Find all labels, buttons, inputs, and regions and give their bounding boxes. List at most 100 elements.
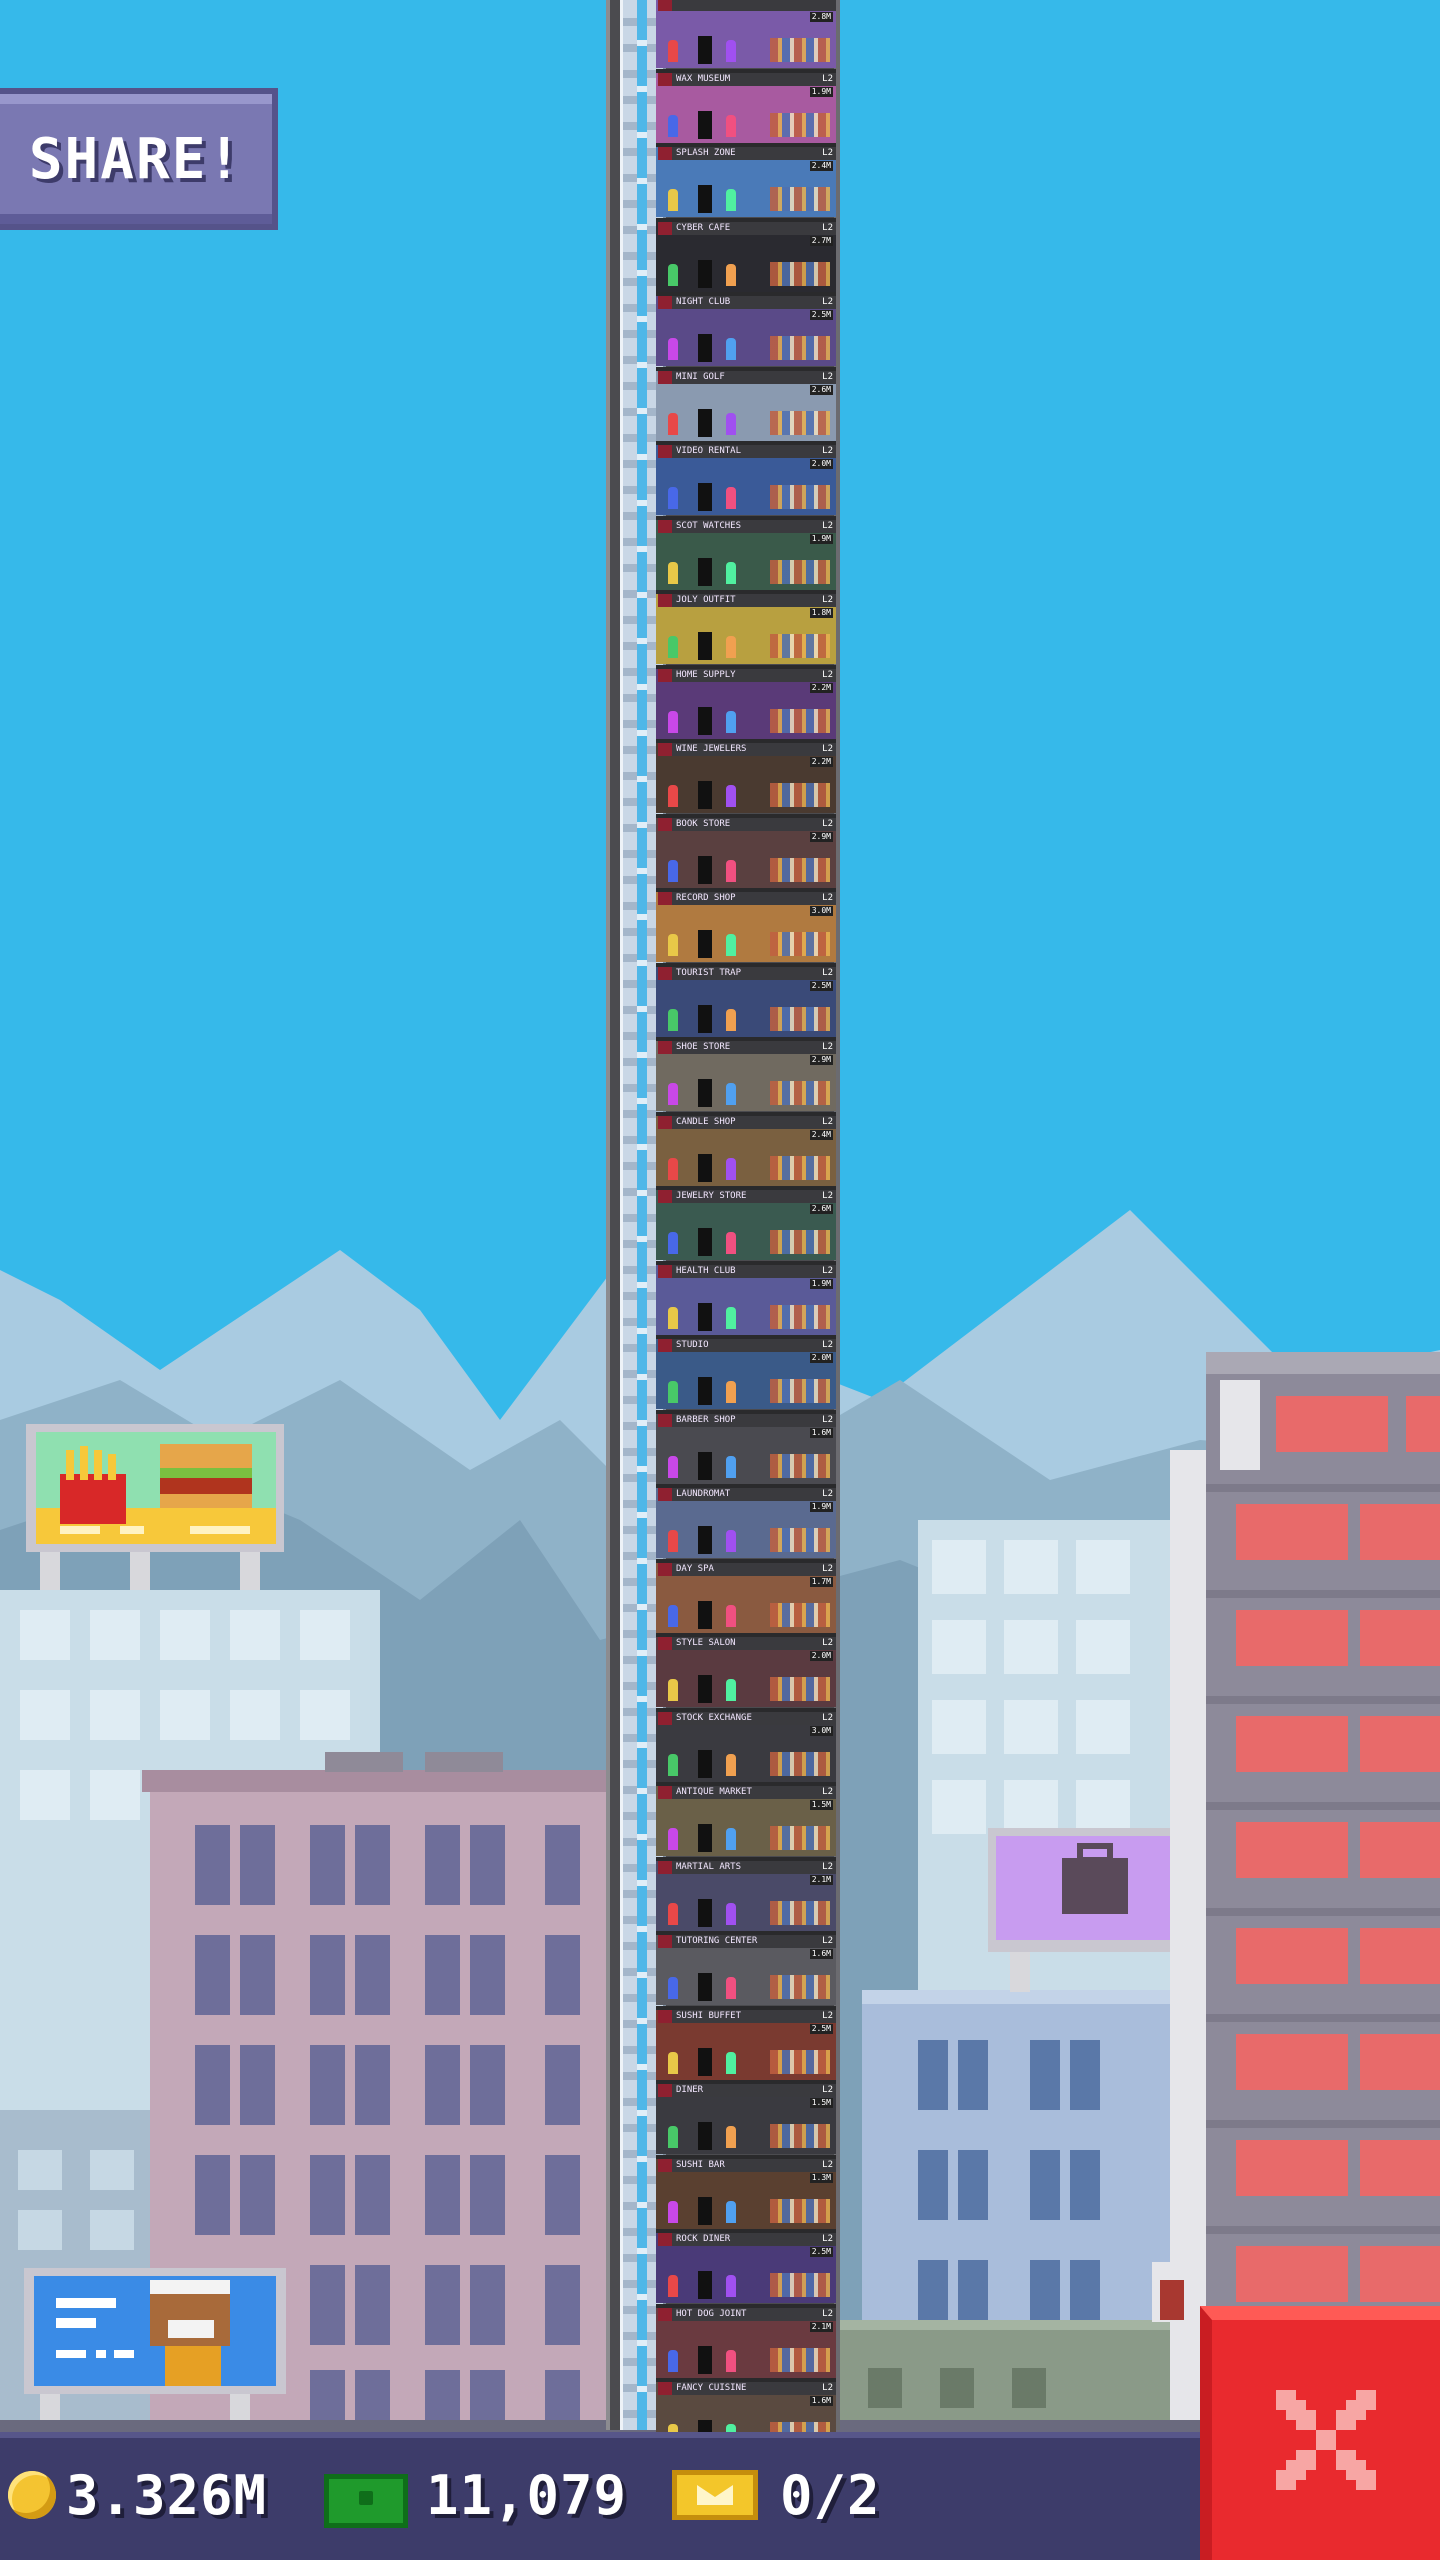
close-button[interactable] [1200, 2306, 1440, 2560]
tower-floor[interactable]: TOURIST TRAP L2 2.5M [656, 962, 836, 1037]
tower-floor[interactable]: SHOE STORE L2 2.9M [656, 1037, 836, 1111]
tower[interactable]: 2.8M WAX MUSEUM L2 1.9M SPLASH ZONE L2 2.4M CYB… [606, 0, 840, 2452]
floor-room [656, 1278, 836, 1335]
bitizen [668, 1157, 678, 1180]
floor-room [656, 2023, 836, 2080]
bitizen [726, 1306, 736, 1329]
share-button[interactable]: SHARE! [0, 88, 278, 230]
tower-floor[interactable]: STYLE SALON L2 2.0M [656, 1633, 836, 1707]
floor-room [656, 2097, 836, 2154]
tower-floor[interactable]: RECORD SHOP L2 3.0M [656, 888, 836, 962]
tower-floor[interactable]: ROCK DINER L2 2.5M [656, 2229, 836, 2303]
tower-floor[interactable]: MARTIAL ARTS L2 2.1M [656, 1856, 836, 1931]
tower-floor[interactable]: HEALTH CLUB L2 1.9M [656, 1260, 836, 1335]
floor-level: L2 [822, 148, 833, 158]
floor-level: L2 [822, 1116, 833, 1127]
floor-merchandise [770, 1900, 830, 1925]
floor-name: JOLY OUTFIT [658, 594, 836, 607]
tower-floor[interactable]: DINER L2 1.5M [656, 2080, 836, 2154]
tower-floor[interactable]: BARBER SHOP L2 1.6M [656, 1409, 836, 1484]
floor-level: L2 [822, 1936, 833, 1946]
tower-floor[interactable]: BOOK STORE L2 2.9M [656, 813, 836, 888]
bitizen [726, 1083, 736, 1105]
bitizen [726, 1902, 736, 1925]
bitizen [726, 710, 736, 733]
bitizen [668, 561, 678, 584]
tower-floor[interactable]: CYBER CAFE L2 2.7M [656, 217, 836, 292]
close-icon [1276, 2390, 1376, 2490]
tower-floor[interactable]: HOME SUPPLY L2 2.2M [656, 664, 836, 739]
floor-room [656, 384, 836, 441]
tower-floor[interactable]: VIDEO RENTAL L2 2.0M [656, 441, 836, 515]
floor-level: L2 [822, 1489, 833, 1499]
bitizen [668, 412, 678, 435]
tower-floor[interactable]: JOLY OUTFIT L2 1.8M [656, 590, 836, 664]
tower-bux-icon [324, 2474, 408, 2528]
floor-name: SCOT WATCHES [658, 519, 836, 533]
floor-name [658, 0, 836, 11]
floor-level: L2 [822, 1638, 833, 1648]
tower-floor[interactable]: NIGHT CLUB L2 2.5M [656, 292, 836, 366]
tower-floor[interactable]: 2.8M [656, 0, 836, 68]
floor-room [656, 905, 836, 962]
floor-room [656, 1352, 836, 1409]
tower-floor[interactable]: ANTIQUE MARKET L2 1.5M [656, 1782, 836, 1856]
floor-room [656, 756, 836, 813]
golden-ticket-icon [672, 2470, 758, 2520]
floor-room [656, 1054, 836, 1111]
floor-level: L2 [822, 1787, 833, 1797]
floor-name: SPLASH ZONE [658, 147, 836, 160]
floor-name: FANCY CUISINE [658, 2382, 836, 2395]
tower-floor[interactable]: JEWELRY STORE L2 2.6M [656, 1186, 836, 1260]
bitizen [726, 412, 736, 435]
tower-floor[interactable]: SUSHI BAR L2 1.3M [656, 2154, 836, 2229]
floor-room [656, 2246, 836, 2303]
tower-floor[interactable]: STOCK EXCHANGE L2 3.0M [656, 1707, 836, 1782]
floor-merchandise [770, 2347, 830, 2372]
floor-level: L2 [822, 1265, 833, 1276]
floor-door [698, 1451, 712, 1480]
tower-floor[interactable]: STUDIO L2 2.0M [656, 1335, 836, 1409]
floor-level: L2 [822, 2234, 833, 2244]
floor-level: L2 [822, 595, 833, 605]
bitizen [726, 1157, 736, 1180]
floor-door [698, 1079, 712, 1107]
tower-floor[interactable]: MINI GOLF L2 2.6M [656, 366, 836, 441]
floor-merchandise [770, 2049, 830, 2074]
floor-name: DAY SPA [658, 1562, 836, 1576]
tower-floor[interactable]: HOT DOG JOINT L2 2.1M [656, 2303, 836, 2378]
tower-floor[interactable]: SPLASH ZONE L2 2.4M [656, 143, 836, 217]
floor-name: SHOE STORE [658, 1041, 836, 1054]
floor-merchandise [770, 932, 830, 956]
bitizen [726, 2275, 736, 2297]
tower-floor[interactable]: LAUNDROMAT L2 1.9M [656, 1484, 836, 1558]
floor-merchandise [770, 634, 830, 658]
bitizen [668, 1530, 678, 1552]
floor-door [698, 855, 712, 884]
bitizen [668, 1977, 678, 1999]
floor-room [656, 1203, 836, 1260]
floor-door [698, 2345, 712, 2374]
floor-name: DINER [658, 2084, 836, 2097]
tower-floor[interactable]: WAX MUSEUM L2 1.9M [656, 68, 836, 143]
tower-floor[interactable]: TUTORING CENTER L2 1.6M [656, 1931, 836, 2005]
floor-room [656, 1725, 836, 1782]
bitizen [726, 1232, 736, 1254]
tower-floor[interactable]: DAY SPA L2 1.7M [656, 1558, 836, 1633]
tower-floor[interactable]: SUSHI BUFFET L2 2.5M [656, 2005, 836, 2080]
floor-merchandise [770, 1230, 830, 1254]
floor-name: TUTORING CENTER [658, 1935, 836, 1948]
floor-level: L2 [822, 2383, 833, 2393]
floor-level: L2 [822, 1191, 833, 1201]
tower-floor[interactable]: CANDLE SHOP L2 2.4M [656, 1111, 836, 1186]
floor-room [656, 309, 836, 366]
tower-floor[interactable]: WINE JEWELERS L2 2.2M [656, 739, 836, 813]
bitizen [668, 2200, 678, 2223]
floor-door [698, 2047, 712, 2076]
bitizen [668, 487, 678, 509]
tower-floor[interactable]: SCOT WATCHES L2 1.9M [656, 515, 836, 590]
floor-name: ROCK DINER [658, 2233, 836, 2246]
bitizen [726, 263, 736, 286]
floor-room [656, 11, 836, 68]
bitizen [726, 40, 736, 62]
